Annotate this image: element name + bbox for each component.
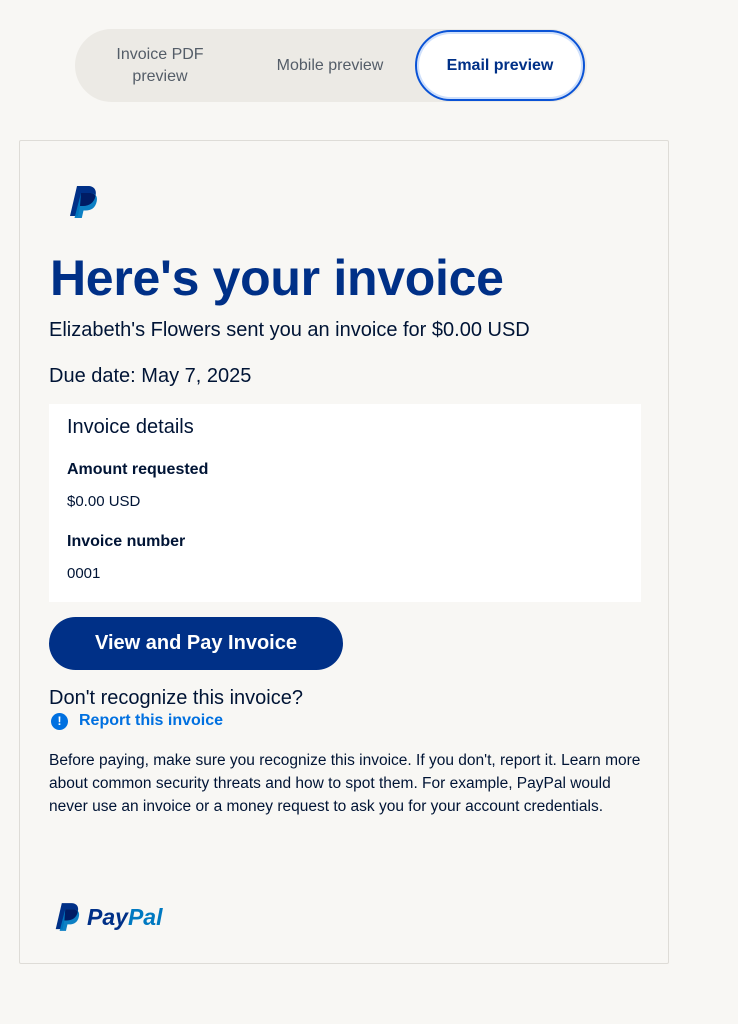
wordmark-pal: Pal	[127, 903, 163, 930]
email-preview-card: Here's your invoice Elizabeth's Flowers …	[19, 140, 669, 964]
amount-requested-label: Amount requested	[67, 461, 209, 478]
view-and-pay-button[interactable]: View and Pay Invoice	[49, 617, 343, 670]
dont-recognize-heading: Don't recognize this invoice?	[49, 687, 303, 709]
security-disclaimer: Before paying, make sure you recognize t…	[49, 752, 641, 815]
invoice-number-label: Invoice number	[67, 533, 186, 550]
invoice-sender-line: Elizabeth's Flowers sent you an invoice …	[49, 319, 530, 341]
report-invoice-link[interactable]: ! Report this invoice	[51, 712, 223, 730]
paypal-wordmark: PayPal	[87, 904, 162, 931]
tab-email-preview[interactable]: Email preview	[415, 30, 585, 101]
alert-icon: !	[51, 712, 68, 730]
wordmark-pay: Pay	[87, 903, 128, 930]
invoice-details-title: Invoice details	[67, 416, 194, 438]
amount-requested-value: $0.00 USD	[67, 493, 141, 510]
footer-paypal-logo: PayPal	[54, 901, 162, 933]
due-date: Due date: May 7, 2025	[49, 365, 252, 387]
paypal-logo-icon	[70, 186, 98, 218]
paypal-mark-icon	[55, 903, 80, 931]
tab-invoice-pdf-preview[interactable]: Invoice PDF preview	[89, 29, 231, 102]
invoice-details-box: Invoice details Amount requested $0.00 U…	[49, 404, 641, 602]
email-headline: Here's your invoice	[50, 250, 504, 306]
report-invoice-label: Report this invoice	[79, 712, 224, 729]
tab-mobile-preview[interactable]: Mobile preview	[253, 29, 407, 102]
preview-toggle: Invoice PDF preview Mobile preview Email…	[75, 29, 587, 102]
invoice-number-value: 0001	[67, 565, 101, 582]
